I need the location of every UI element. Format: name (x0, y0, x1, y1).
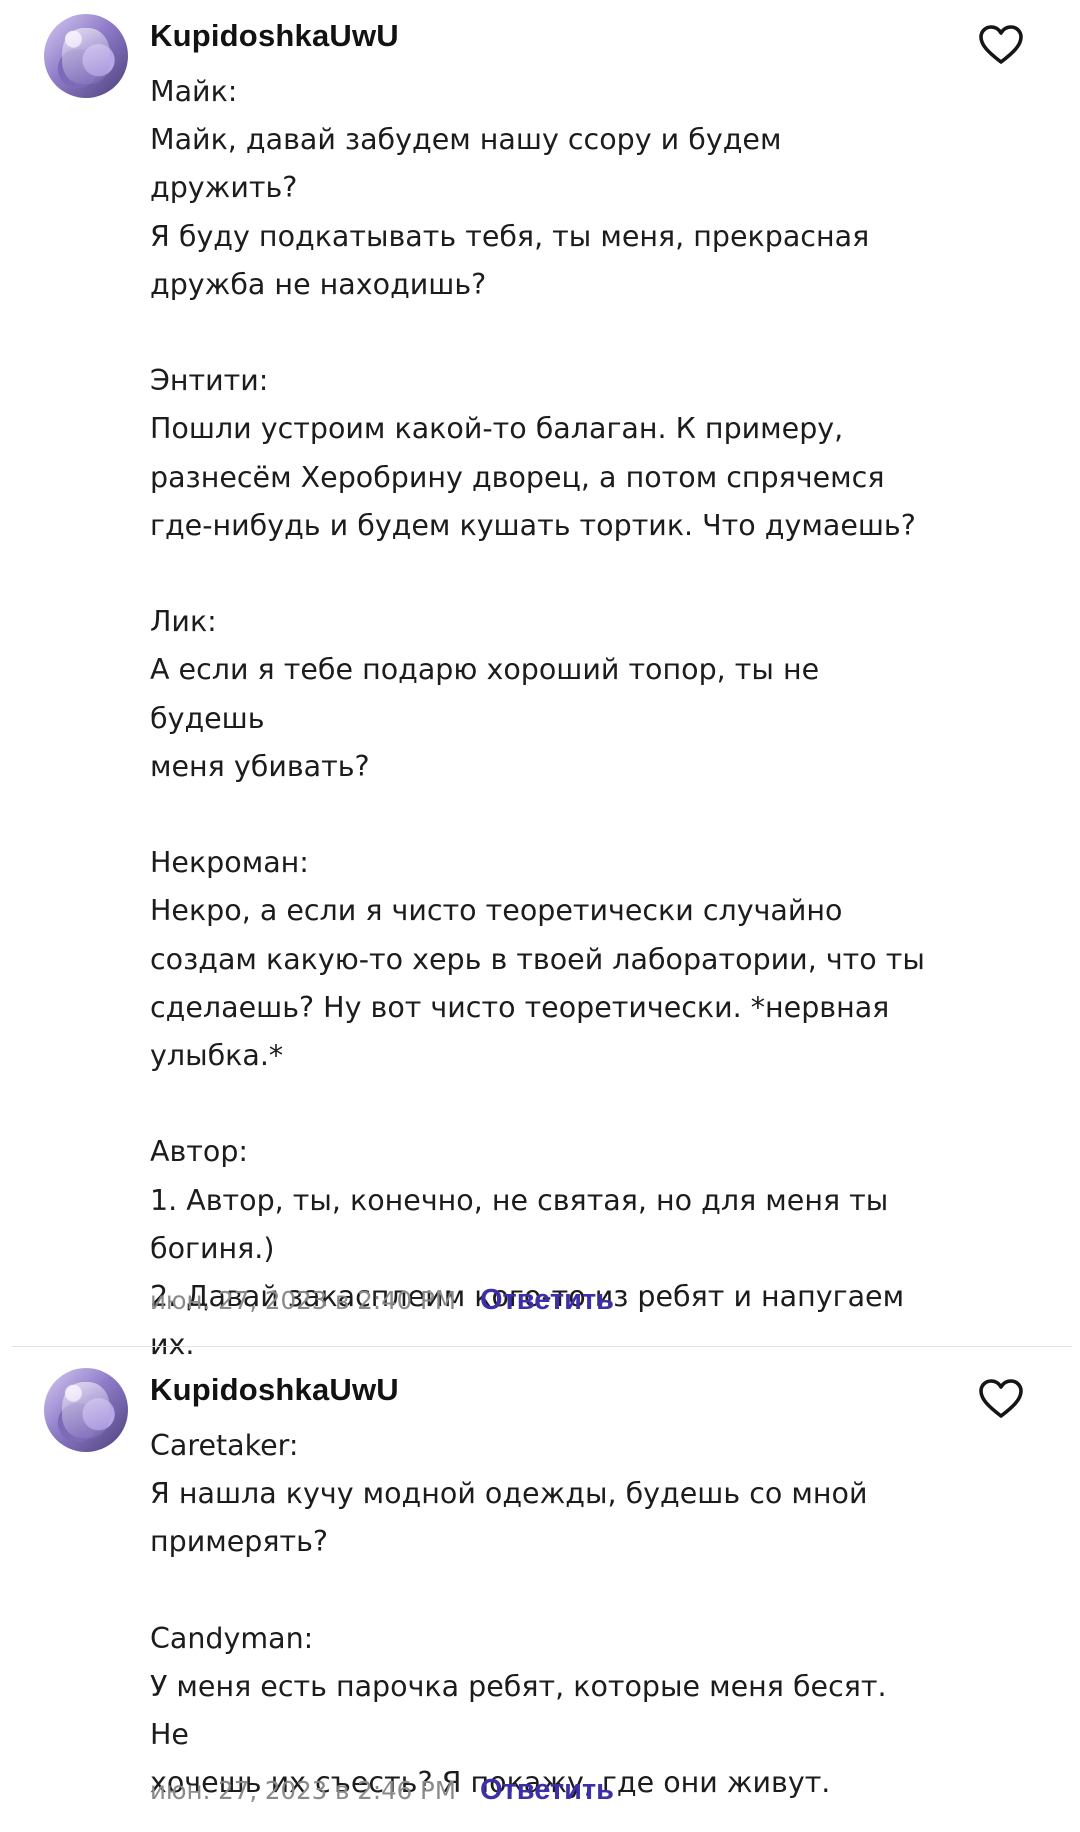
reply-button[interactable]: Ответить (480, 1774, 614, 1807)
heart-icon[interactable] (978, 1378, 1024, 1420)
comment-item: KupidoshkaUwU Caretaker: Я нашла кучу мо… (0, 1356, 1080, 1832)
reply-button[interactable]: Ответить (480, 1284, 614, 1317)
comment-meta: июн. 27, 2023 в 2:46 PM Ответить (150, 1770, 614, 1810)
heart-icon[interactable] (978, 24, 1024, 66)
comment-timestamp: июн. 27, 2023 в 2:46 PM (150, 1775, 456, 1805)
comment-text: Майк: Майк, давай забудем нашу ссору и б… (150, 75, 925, 1362)
comment-username[interactable]: KupidoshkaUwU (150, 18, 399, 54)
divider (12, 1346, 1072, 1347)
comment-meta: июн. 27, 2023 в 2:40 PM Ответить (150, 1280, 614, 1320)
comment-item: KupidoshkaUwU Майк: Майк, давай забудем … (0, 0, 1080, 1361)
avatar[interactable] (44, 14, 128, 98)
comment-text: Caretaker: Я нашла кучу модной одежды, б… (150, 1429, 887, 1800)
avatar[interactable] (44, 1368, 128, 1452)
comment-username[interactable]: KupidoshkaUwU (150, 1372, 399, 1408)
comment-timestamp: июн. 27, 2023 в 2:40 PM (150, 1285, 456, 1315)
